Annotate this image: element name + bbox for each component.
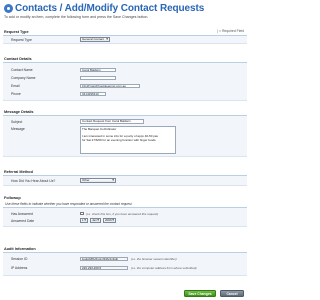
has-answered-hint: (i.e. check this box, if you have answer… — [86, 211, 159, 216]
title-row: Contacts / Add/Modify Contact Requests — [4, 2, 204, 14]
intro-text: To add or modify an item, complete the f… — [4, 15, 149, 19]
company-name-label: Company Name — [11, 76, 36, 80]
subject-label: Subject — [11, 119, 23, 124]
page-header: Contacts / Add/Modify Contact Requests T… — [4, 2, 248, 22]
has-answered-label: Has Answered — [11, 211, 33, 216]
session-id-field: lusjtgbff0v6ngmffn8v4v3sjb — [80, 256, 128, 261]
request-type-label: Request Type — [11, 37, 32, 42]
gear-icon — [4, 3, 13, 13]
email-label: Email — [11, 84, 20, 88]
answered-date-label: Answered Date — [11, 218, 35, 223]
phone-input[interactable]: 0414296310 — [80, 91, 106, 96]
page-title: Contacts / Add/Modify Contact Requests — [15, 2, 205, 14]
ip-address-hint: (i.e. the computer address from where su… — [131, 266, 197, 271]
has-answered-checkbox[interactable] — [80, 211, 84, 215]
referral-select[interactable]: Other — [80, 178, 116, 183]
audit-section: Audit Information Session ID lusjtgbff0v… — [3, 247, 247, 276]
session-id-hint: (i.e. the browser session identifier) — [131, 257, 177, 262]
session-id-label: Session ID — [11, 257, 28, 261]
message-details-section: Message Details Subject Contact Request … — [3, 110, 247, 157]
subject-input[interactable]: Contact Request from Carol Baldwin — [80, 119, 144, 124]
request-type-section: Request Type Request Type General Contac… — [3, 30, 247, 44]
ip-address-label: IP Address — [11, 266, 28, 270]
answered-day-select[interactable]: 1 — [80, 218, 88, 223]
cancel-button[interactable]: Cancel — [220, 289, 244, 297]
answered-month-select[interactable]: Jan — [90, 218, 101, 223]
contact-name-label: Contact Name — [11, 68, 33, 72]
message-label: Message — [11, 126, 25, 131]
message-line: for Sat 27/6/09 for an evening function … — [82, 137, 157, 142]
followup-section: Followup Use these fields to indicate wh… — [3, 196, 247, 227]
form-actions: Save Changes Cancel — [3, 288, 247, 298]
referral-label: How Did You Hear About Us? — [11, 178, 56, 183]
request-type-select[interactable]: General Contact — [80, 37, 110, 42]
company-name-input[interactable] — [80, 75, 116, 80]
email-input[interactable]: info@marchbookkeeping.com.au — [80, 83, 140, 88]
ip-address-field: 220.233.209.5 — [80, 265, 128, 270]
contact-details-section: Contact Details Contact Name Carol Baldw… — [3, 57, 247, 101]
phone-label: Phone — [11, 92, 21, 96]
answered-year-select[interactable]: 2009 — [103, 218, 116, 223]
contact-name-input[interactable]: Carol Baldwin — [80, 67, 116, 72]
message-textarea[interactable]: The Banquet CoOrdinator I am interested … — [80, 125, 176, 154]
save-changes-button[interactable]: Save Changes — [184, 289, 216, 297]
referral-section: Referral Method How Did You Hear About U… — [3, 170, 247, 186]
